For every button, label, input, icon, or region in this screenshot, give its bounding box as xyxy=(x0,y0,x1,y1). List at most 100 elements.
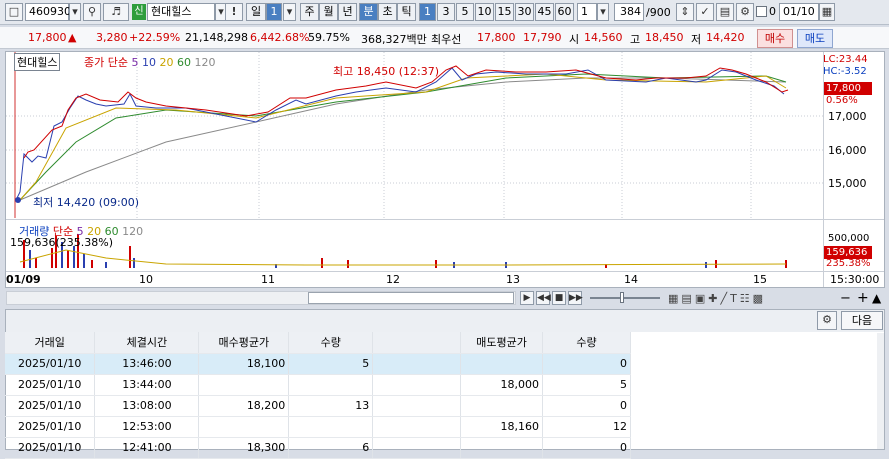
last-volume-pct: 235.38% xyxy=(826,258,871,269)
cell-time: 12:53:00 xyxy=(94,416,200,438)
volume-ratio: 6,442.68% xyxy=(250,31,310,44)
price-ma-legend: 종가 단순 5 10 20 60 120 xyxy=(84,54,215,70)
date-input[interactable]: 01/10 xyxy=(779,3,819,21)
col-blank xyxy=(372,332,462,354)
speed-slider[interactable] xyxy=(590,297,660,299)
crosshair-icon[interactable]: ✚ xyxy=(708,292,720,305)
scroll-thumb[interactable] xyxy=(308,292,514,304)
cell-date: 2025/01/10 xyxy=(5,374,96,396)
candle-type-icon[interactable]: ⇕ xyxy=(676,3,694,21)
mode-second-button[interactable]: 초 xyxy=(378,3,397,21)
fit-icon[interactable]: ▣ xyxy=(695,292,708,305)
zoom-out-icon[interactable]: − xyxy=(840,291,851,306)
forward-icon[interactable]: ▶▶ xyxy=(568,291,583,305)
table-row[interactable]: 2025/01/10 12:41:00 18,300 6 0 xyxy=(5,437,631,459)
interval-input[interactable]: 1 xyxy=(577,3,597,21)
table-vertical-scrollbar[interactable] xyxy=(877,333,884,449)
turnover-rate: 59.75% xyxy=(308,31,350,44)
period-day-button[interactable]: 일 xyxy=(246,3,266,21)
period-number[interactable]: 1 xyxy=(266,3,282,21)
date-checkbox[interactable] xyxy=(756,6,767,17)
alert-button[interactable]: ! xyxy=(225,3,243,21)
cell-buy-qty xyxy=(288,374,374,396)
search-icon[interactable]: ⚲ xyxy=(83,3,101,21)
stop-icon[interactable]: ■ xyxy=(552,291,566,305)
speed-slider-handle[interactable] xyxy=(620,292,624,303)
interval-15-button[interactable]: 15 xyxy=(495,3,514,21)
interval-3-button[interactable]: 3 xyxy=(437,3,455,21)
mode-minute-button[interactable]: 분 xyxy=(359,3,378,21)
text-icon[interactable]: T xyxy=(730,292,740,305)
interval-45-button[interactable]: 45 xyxy=(535,3,554,21)
cell-blank xyxy=(372,437,462,459)
x-label-10: 10 xyxy=(139,273,153,286)
stock-name-field[interactable]: 현대힐스 xyxy=(147,3,215,21)
col-buy-qty: 수량 xyxy=(288,332,374,354)
ma5-label: 5 xyxy=(131,56,139,69)
current-price: 17,800 xyxy=(28,31,67,44)
interval-1-button[interactable]: 1 xyxy=(419,3,436,21)
time-label: 15:30:00 xyxy=(830,273,880,286)
vertical-gridlines xyxy=(136,52,752,218)
ma20-label: 20 xyxy=(159,56,174,69)
period-month-button[interactable]: 월 xyxy=(319,3,338,21)
buy-button[interactable]: 매수 xyxy=(757,29,793,48)
save-icon[interactable]: ▤ xyxy=(716,3,734,21)
sell-button[interactable]: 매도 xyxy=(797,29,833,48)
code-dropdown-icon[interactable]: ▾ xyxy=(69,3,81,21)
period-dropdown-icon[interactable]: ▾ xyxy=(283,3,296,21)
cell-date: 2025/01/10 xyxy=(5,416,96,438)
new-listing-badge: 신 xyxy=(132,4,146,20)
last-price-tag: 17,800 xyxy=(824,82,872,95)
interval-dropdown-icon[interactable]: ▾ xyxy=(597,3,609,21)
table-row[interactable]: 2025/01/10 13:46:00 18,100 5 0 xyxy=(5,353,631,375)
priority-label: 최우선 xyxy=(431,33,462,46)
volume-value-text: 159,636(235.38%) xyxy=(10,236,114,249)
bar-count-input[interactable]: 384 xyxy=(614,3,644,21)
interval-5-button[interactable]: 5 xyxy=(456,3,474,21)
low-price: 14,420 xyxy=(706,31,745,44)
high-annotation: 최고 18,450 (12:37) xyxy=(333,65,440,78)
y-tick-17000: 17,000 xyxy=(828,110,867,123)
interval-60-button[interactable]: 60 xyxy=(555,3,574,21)
grid-icon[interactable]: ▦ xyxy=(668,292,681,305)
y-tick-15000: 15,000 xyxy=(828,177,867,190)
table-row[interactable]: 2025/01/10 13:08:00 18,200 13 0 xyxy=(5,395,631,417)
col-sell-avg: 매도평균가 xyxy=(460,332,544,354)
layout-icon[interactable]: ▤ xyxy=(681,292,694,305)
period-week-button[interactable]: 주 xyxy=(300,3,319,21)
table-header: 거래일 체결시간 매수평균가 수량 매도평균가 수량 xyxy=(5,332,631,354)
bottom-toolbar xyxy=(6,310,884,332)
expand-icon[interactable]: ▲ xyxy=(872,291,881,305)
split-icon[interactable]: ☷ xyxy=(740,292,753,305)
price-line-red xyxy=(23,65,789,159)
table-settings-icon[interactable]: ⚙ xyxy=(817,311,837,330)
open-label: 시 xyxy=(569,33,580,46)
high-label: 고 xyxy=(630,33,641,46)
table-row[interactable]: 2025/01/10 12:53:00 18,160 12 xyxy=(5,416,631,438)
stock-code-input[interactable]: 460930 xyxy=(25,3,71,21)
x-label-14: 14 xyxy=(624,273,638,286)
interval-30-button[interactable]: 30 xyxy=(515,3,534,21)
table-row[interactable]: 2025/01/10 13:44:00 18,000 5 xyxy=(5,374,631,396)
speaker-icon[interactable]: ♬ xyxy=(103,3,129,21)
calendar-icon[interactable]: ▦ xyxy=(819,3,835,21)
ma-label: 종가 단순 xyxy=(84,56,128,69)
line-icon[interactable]: ╱ xyxy=(720,292,730,305)
next-button[interactable]: 다음 xyxy=(841,311,883,330)
window-icon[interactable]: □ xyxy=(5,3,23,21)
price-up-arrow-icon: ▲ xyxy=(68,31,77,44)
vol-y-tick: 500,000 xyxy=(828,233,870,244)
copy-icon[interactable]: ▩ xyxy=(753,292,766,305)
period-year-button[interactable]: 년 xyxy=(338,3,357,21)
cell-buy-avg: 18,100 xyxy=(198,353,290,375)
draw-tool-icon[interactable]: ✓ xyxy=(696,3,714,21)
settings-icon[interactable]: ⚙ xyxy=(736,3,754,21)
rewind-icon[interactable]: ◀◀ xyxy=(536,291,551,305)
cell-time: 13:08:00 xyxy=(94,395,200,417)
zoom-in-icon[interactable]: + xyxy=(857,290,869,306)
interval-10-button[interactable]: 10 xyxy=(475,3,494,21)
ma60-label: 60 xyxy=(176,56,191,69)
scroll-right-icon[interactable]: ▶ xyxy=(520,291,534,305)
mode-tick-button[interactable]: 틱 xyxy=(397,3,416,21)
